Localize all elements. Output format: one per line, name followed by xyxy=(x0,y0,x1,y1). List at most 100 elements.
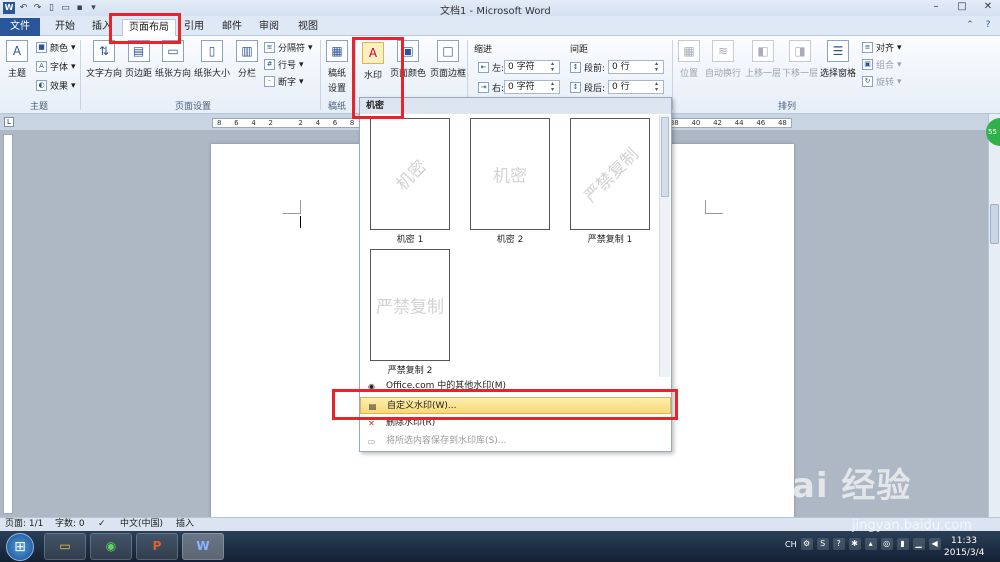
ruler-tick-label: 8 xyxy=(349,119,355,127)
word-taskbar-icon[interactable]: W xyxy=(182,533,224,560)
status-language[interactable]: 中文(中国) xyxy=(120,518,163,531)
watermark-gallery-item[interactable]: 机密 xyxy=(370,118,450,230)
vertical-ruler[interactable] xyxy=(3,134,13,514)
vertical-scrollbar[interactable] xyxy=(988,114,1000,518)
indent-left-label: ⇤ 左: xyxy=(478,61,504,74)
hyphenation-button[interactable]: - 断字 ▾ xyxy=(264,75,304,88)
save-icon[interactable]: ▪ xyxy=(74,3,85,14)
breaks-button[interactable]: ≡ 分隔符 ▾ xyxy=(264,41,313,54)
page-borders-button[interactable]: □ 页面边框 xyxy=(430,40,466,79)
theme-effects-button[interactable]: ◐ 效果 ▾ xyxy=(36,79,76,92)
ruler-tick-label: 6 xyxy=(234,119,239,127)
tab-selector-icon[interactable]: L xyxy=(4,117,14,127)
status-words[interactable]: 字数: 0 xyxy=(55,518,85,531)
wrap-text-button[interactable]: ≋ 自动换行 xyxy=(705,40,741,79)
group-label-theme: 主题 xyxy=(30,102,49,112)
columns-button[interactable]: ▥ 分栏 xyxy=(236,40,258,79)
help-tray-icon[interactable]: ? xyxy=(832,538,845,550)
gallery-scrollbar[interactable] xyxy=(659,115,670,377)
scrollbar-thumb[interactable] xyxy=(990,204,999,244)
help-controls: ⌃ ? xyxy=(964,19,994,31)
browser-icon[interactable]: ◉ xyxy=(90,533,132,560)
spacing-after-icon: ↕ xyxy=(570,82,581,93)
wrap-text-icon: ≋ xyxy=(712,40,734,62)
spacing-before-input[interactable]: 0 行 xyxy=(608,60,664,74)
themes-button[interactable]: A 主题 xyxy=(6,40,28,79)
proofing-icon[interactable]: ✓ xyxy=(98,518,106,531)
battery-icon[interactable]: ▮ xyxy=(896,538,909,550)
baidu-watermark-logo: Bai 经验 xyxy=(765,466,912,506)
new-doc-icon[interactable]: ▯ xyxy=(46,3,57,14)
settings-tray-icon[interactable]: ✱ xyxy=(848,538,861,550)
spacing-before-icon: ↕ xyxy=(570,62,581,73)
indent-right-icon: ⇥ xyxy=(478,82,489,93)
open-folder-icon[interactable]: ▭ xyxy=(60,3,71,14)
themes-icon: A xyxy=(6,40,28,62)
network-icon[interactable]: ◎ xyxy=(880,538,893,550)
position-button[interactable]: ▦ 位置 xyxy=(678,40,700,79)
menu-save-to-gallery[interactable]: ▭ 将所选内容保存到水印库(S)... xyxy=(360,433,671,450)
explorer-icon[interactable]: ▭ xyxy=(44,533,86,560)
send-backward-button[interactable]: ◨ 下移一层 xyxy=(782,40,818,79)
word-logo-icon[interactable]: W xyxy=(3,2,15,14)
gallery-scroll-thumb[interactable] xyxy=(661,117,669,197)
paper-size-icon: ▯ xyxy=(201,40,223,62)
maximize-icon[interactable]: □ xyxy=(954,1,970,13)
tab-file[interactable]: 文件 xyxy=(0,18,40,36)
minimize-icon[interactable]: – xyxy=(928,1,944,13)
margins-button[interactable]: ▤ 页边距 xyxy=(125,40,152,79)
watermark-gallery-item[interactable]: 严禁复制 xyxy=(570,118,650,230)
tab-references[interactable]: 引用 xyxy=(178,19,210,36)
orientation-button[interactable]: ▭ 纸张方向 xyxy=(155,40,191,79)
theme-fonts-button[interactable]: A 字体 ▾ xyxy=(36,60,76,73)
powerpoint-icon[interactable]: P xyxy=(136,533,178,560)
start-button-icon[interactable]: ⊞ xyxy=(6,533,34,561)
bring-forward-button[interactable]: ◧ 上移一层 xyxy=(745,40,781,79)
watermark-item-label: 严禁复制 1 xyxy=(587,235,633,245)
status-mode[interactable]: 插入 xyxy=(176,518,194,531)
customize-qat-icon[interactable]: ▾ xyxy=(88,3,99,14)
paper-size-button[interactable]: ▯ 纸张大小 xyxy=(194,40,230,79)
volume-icon[interactable]: ◀ xyxy=(928,538,941,550)
tab-mailings[interactable]: 邮件 xyxy=(216,19,248,36)
group-objects-button[interactable]: ▣ 组合 ▾ xyxy=(862,58,902,71)
spacing-after-label: ↕ 段后: xyxy=(570,81,605,94)
tab-review[interactable]: 审阅 xyxy=(253,19,285,36)
rotate-icon: ↻ xyxy=(862,76,873,87)
show-hidden-icons[interactable]: ▴ xyxy=(864,538,877,550)
clock[interactable]: 11:33 2015/3/4 xyxy=(944,535,984,559)
ruler-tick-label: 42 xyxy=(713,119,722,127)
collapse-ribbon-icon[interactable]: ⌃ xyxy=(964,19,976,31)
close-icon[interactable]: ✕ xyxy=(980,1,996,13)
quick-access-toolbar: W ↶ ↷ ▯ ▭ ▪ ▾ xyxy=(3,1,99,15)
undo-icon[interactable]: ↶ xyxy=(18,3,29,14)
text-direction-button[interactable]: ⇅ 文字方向 xyxy=(86,40,122,79)
clock-time: 11:33 xyxy=(951,536,977,546)
redo-icon[interactable]: ↷ xyxy=(32,3,43,14)
group-objects-icon: ▣ xyxy=(862,59,873,70)
signal-icon[interactable]: ▁ xyxy=(912,538,925,550)
indent-right-input[interactable]: 0 字符 xyxy=(504,80,560,94)
spacing-after-input[interactable]: 0 行 xyxy=(608,80,664,94)
input-method-icon[interactable]: ⚙ xyxy=(800,538,813,550)
tab-home[interactable]: 开始 xyxy=(49,19,81,36)
help-icon[interactable]: ? xyxy=(982,19,994,31)
indent-left-icon: ⇤ xyxy=(478,62,489,73)
antivirus-icon[interactable]: S xyxy=(816,538,829,550)
align-button[interactable]: ≡ 对齐 ▾ xyxy=(862,41,902,54)
draft-paper-button[interactable]: ▦ 稿纸 设置 xyxy=(326,40,348,94)
ruler-tick-label: 2 xyxy=(298,119,303,127)
line-numbers-button[interactable]: # 行号 ▾ xyxy=(264,58,304,71)
ime-indicator[interactable]: CH xyxy=(785,540,797,549)
indent-left-input[interactable]: 0 字符 xyxy=(504,60,560,74)
dropdown-section-header: 机密 xyxy=(360,98,671,114)
theme-colors-button[interactable]: ■ 颜色 ▾ xyxy=(36,41,76,54)
selection-pane-button[interactable]: ☰ 选择窗格 xyxy=(820,40,856,79)
status-page[interactable]: 页面: 1/1 xyxy=(5,518,43,531)
watermark-gallery-item[interactable]: 机密 xyxy=(470,118,550,230)
window-title: 文档1 - Microsoft Word xyxy=(440,6,551,17)
watermark-gallery-item[interactable]: 严禁复制 xyxy=(370,249,450,361)
tab-view[interactable]: 视图 xyxy=(292,19,324,36)
rotate-button[interactable]: ↻ 旋转 ▾ xyxy=(862,75,902,88)
ribbon-separator xyxy=(80,40,81,110)
